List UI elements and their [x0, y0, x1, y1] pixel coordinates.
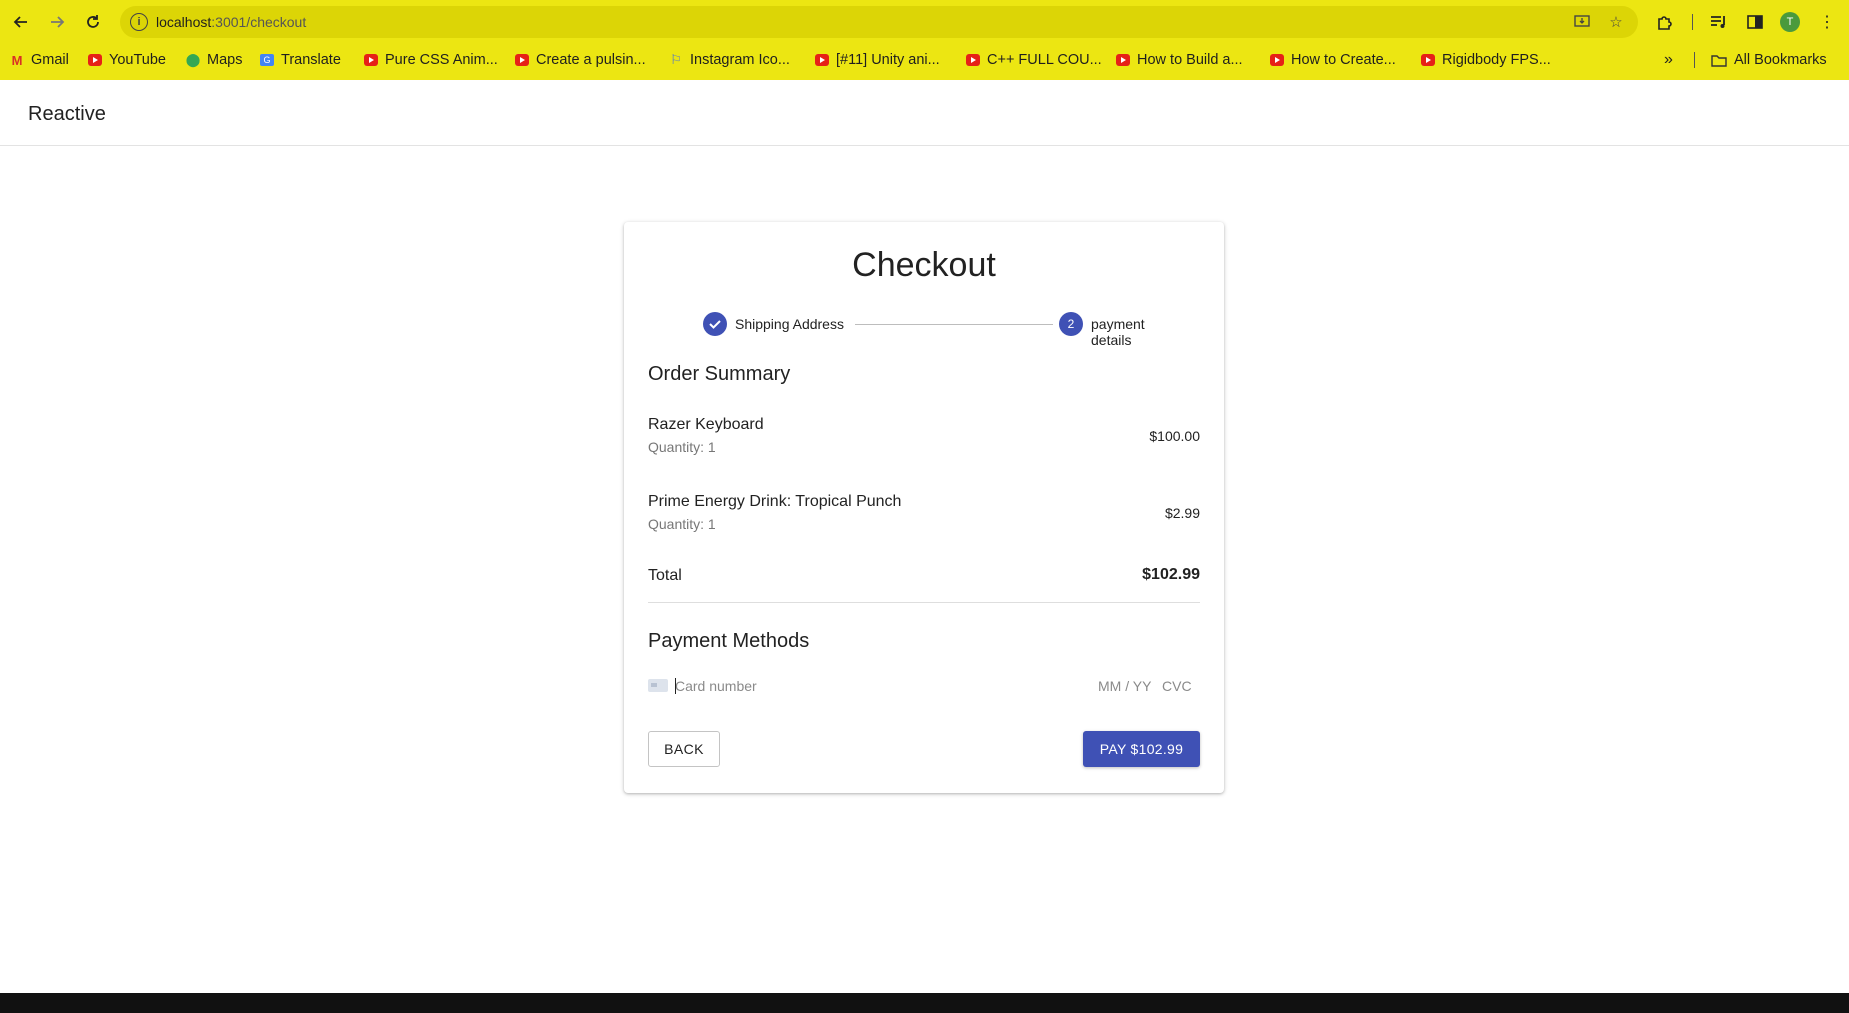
bookmarks-divider [1694, 52, 1695, 68]
reload-icon[interactable] [79, 8, 107, 36]
kebab-menu-icon[interactable]: ⋮ [1815, 10, 1839, 34]
bookmark-label: How to Create... [1291, 52, 1396, 68]
browser-chrome: i localhost:3001/checkout ☆ T ⋮ M Gmail Y… [0, 0, 1849, 80]
bookmark-how-to-create[interactable]: How to Create... [1270, 50, 1396, 70]
checkout-title: Checkout [852, 246, 996, 284]
url-host: localhost [156, 14, 212, 30]
install-app-icon[interactable] [1572, 12, 1592, 32]
folder-icon [1711, 54, 1727, 67]
address-bar[interactable]: i localhost:3001/checkout ☆ [120, 6, 1638, 38]
step-connector [855, 324, 1053, 325]
total-value: $102.99 [1142, 566, 1200, 583]
bookmark-label: Pure CSS Anim... [385, 52, 498, 68]
url-text[interactable]: localhost:3001/checkout [156, 14, 306, 30]
step-number-badge: 2 [1059, 312, 1083, 336]
bookmark-youtube[interactable]: YouTube [88, 50, 166, 70]
step-payment-details: payment details [1091, 316, 1145, 348]
card-number-input[interactable] [675, 675, 1075, 697]
card-expiry-input[interactable] [1098, 675, 1154, 697]
bookmark-label: Instagram Ico... [690, 52, 790, 68]
youtube-icon [966, 54, 980, 66]
bookmark-label: C++ FULL COU... [987, 52, 1102, 68]
step-completed-check-icon [703, 312, 727, 336]
bookmark-gmail[interactable]: M Gmail [10, 50, 69, 70]
text-caret [675, 678, 676, 694]
star-icon[interactable]: ☆ [1606, 12, 1626, 32]
bookmark-translate[interactable]: G Translate [260, 50, 341, 70]
youtube-icon [88, 54, 102, 66]
youtube-icon [515, 54, 529, 66]
bookmark-how-to-build[interactable]: How to Build a... [1116, 50, 1243, 70]
bookmark-label: How to Build a... [1137, 52, 1243, 68]
total-label: Total [648, 567, 682, 584]
all-bookmarks-label: All Bookmarks [1734, 52, 1827, 68]
flag-icon: ⚐ [670, 52, 682, 67]
item-price: $100.00 [1149, 428, 1200, 444]
bottom-edge [0, 993, 1849, 1013]
credit-card-icon [648, 679, 668, 692]
summary-divider [648, 602, 1200, 603]
site-info-icon[interactable]: i [130, 13, 148, 31]
back-button[interactable]: BACK [648, 731, 720, 767]
translate-icon: G [260, 54, 274, 66]
item-name: Razer Keyboard [648, 416, 764, 433]
bookmark-pulsing[interactable]: Create a pulsin... [515, 50, 646, 70]
bookmark-maps[interactable]: ⬤ Maps [185, 50, 243, 70]
maps-icon: ⬤ [185, 52, 201, 67]
item-quantity: Quantity: 1 [648, 516, 716, 532]
bookmark-unity[interactable]: [#11] Unity ani... [815, 50, 940, 70]
url-path: :3001/checkout [211, 14, 307, 30]
step-shipping-address: Shipping Address [735, 316, 844, 332]
bookmark-label: [#11] Unity ani... [836, 52, 940, 68]
youtube-icon [815, 54, 829, 66]
bookmark-label: Rigidbody FPS... [1442, 52, 1551, 68]
item-price: $2.99 [1164, 505, 1200, 521]
toolbar-divider [1692, 14, 1693, 30]
bookmark-instagram[interactable]: ⚐ Instagram Ico... [669, 50, 790, 70]
bookmark-label: YouTube [109, 52, 166, 68]
checkout-stepper: Shipping Address 2 payment details [679, 311, 1179, 348]
youtube-icon [1270, 54, 1284, 66]
order-summary-title: Order Summary [648, 363, 791, 385]
gmail-icon: M [11, 52, 23, 68]
bookmark-cpp[interactable]: C++ FULL COU... [966, 50, 1102, 70]
youtube-icon [1116, 54, 1130, 66]
bookmark-label: Create a pulsin... [536, 52, 646, 68]
item-name: Prime Energy Drink: Tropical Punch [648, 493, 902, 510]
back-icon[interactable] [7, 8, 35, 36]
card-element[interactable] [648, 675, 1200, 697]
browser-toolbar: i localhost:3001/checkout ☆ T ⋮ [0, 0, 1849, 44]
youtube-icon [364, 54, 378, 66]
bookmarks-bar: M Gmail YouTube ⬤ Maps G Translate Pure CSS… [0, 46, 1849, 74]
bookmark-rigidbody[interactable]: Rigidbody FPS... [1421, 50, 1551, 70]
forward-icon[interactable] [43, 8, 71, 36]
all-bookmarks-button[interactable]: All Bookmarks [1711, 50, 1827, 70]
bookmark-label: Maps [207, 52, 243, 68]
puzzle-icon[interactable] [1653, 10, 1677, 34]
card-cvc-input[interactable] [1162, 675, 1200, 697]
payment-methods-title: Payment Methods [648, 630, 810, 652]
side-panel-icon[interactable] [1743, 10, 1767, 34]
checkout-card: Checkout Shipping Address 2 payment deta… [624, 222, 1224, 793]
media-control-icon[interactable] [1707, 10, 1731, 34]
profile-avatar[interactable]: T [1780, 12, 1800, 32]
app-title[interactable]: Reactive [28, 103, 106, 126]
bookmark-label: Gmail [31, 52, 69, 68]
youtube-icon [1421, 54, 1435, 66]
bookmark-label: Translate [281, 52, 341, 68]
app-header: Reactive [0, 80, 1849, 146]
pay-button[interactable]: PAY $102.99 [1083, 731, 1200, 767]
bookmarks-overflow-button[interactable]: » [1664, 50, 1673, 70]
item-quantity: Quantity: 1 [648, 439, 716, 455]
bookmark-pure-css[interactable]: Pure CSS Anim... [364, 50, 498, 70]
